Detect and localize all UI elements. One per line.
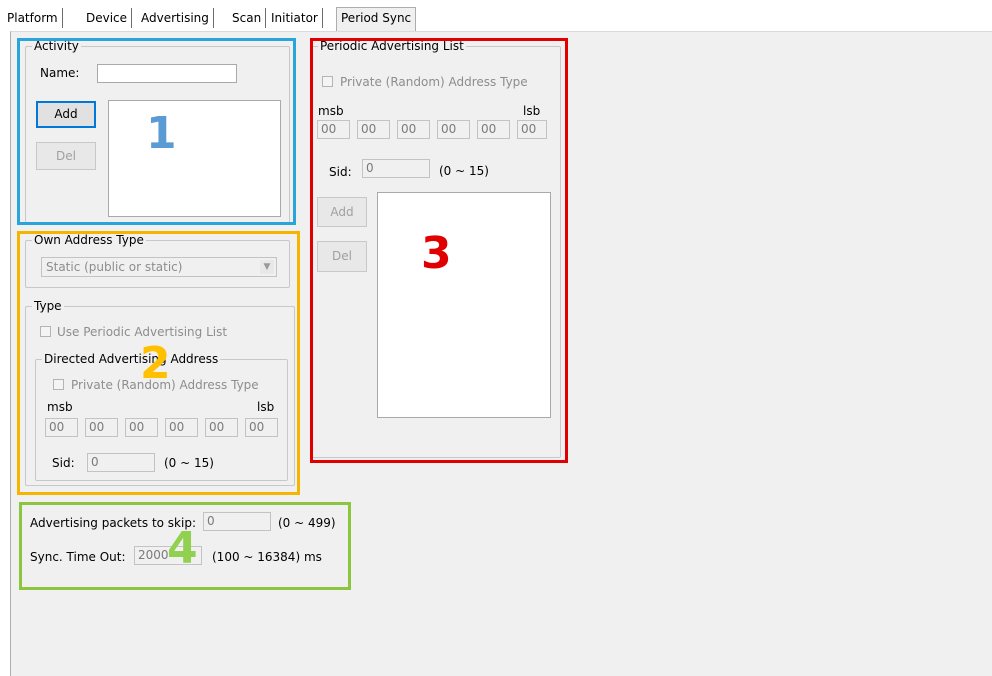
tab-device[interactable]: Device bbox=[82, 8, 133, 28]
annotation-number-3: 3 bbox=[421, 228, 452, 279]
tab-period-sync[interactable]: Period Sync bbox=[336, 7, 417, 31]
tab-advertising[interactable]: Advertising bbox=[137, 8, 214, 28]
tab-initiator[interactable]: Initiator bbox=[267, 8, 323, 28]
annotation-number-1: 1 bbox=[146, 108, 177, 159]
annotation-number-4: 4 bbox=[167, 523, 198, 574]
annotation-number-2: 2 bbox=[140, 338, 171, 389]
tab-platform[interactable]: Platform bbox=[3, 8, 63, 28]
tab-scan[interactable]: Scan bbox=[228, 8, 267, 28]
